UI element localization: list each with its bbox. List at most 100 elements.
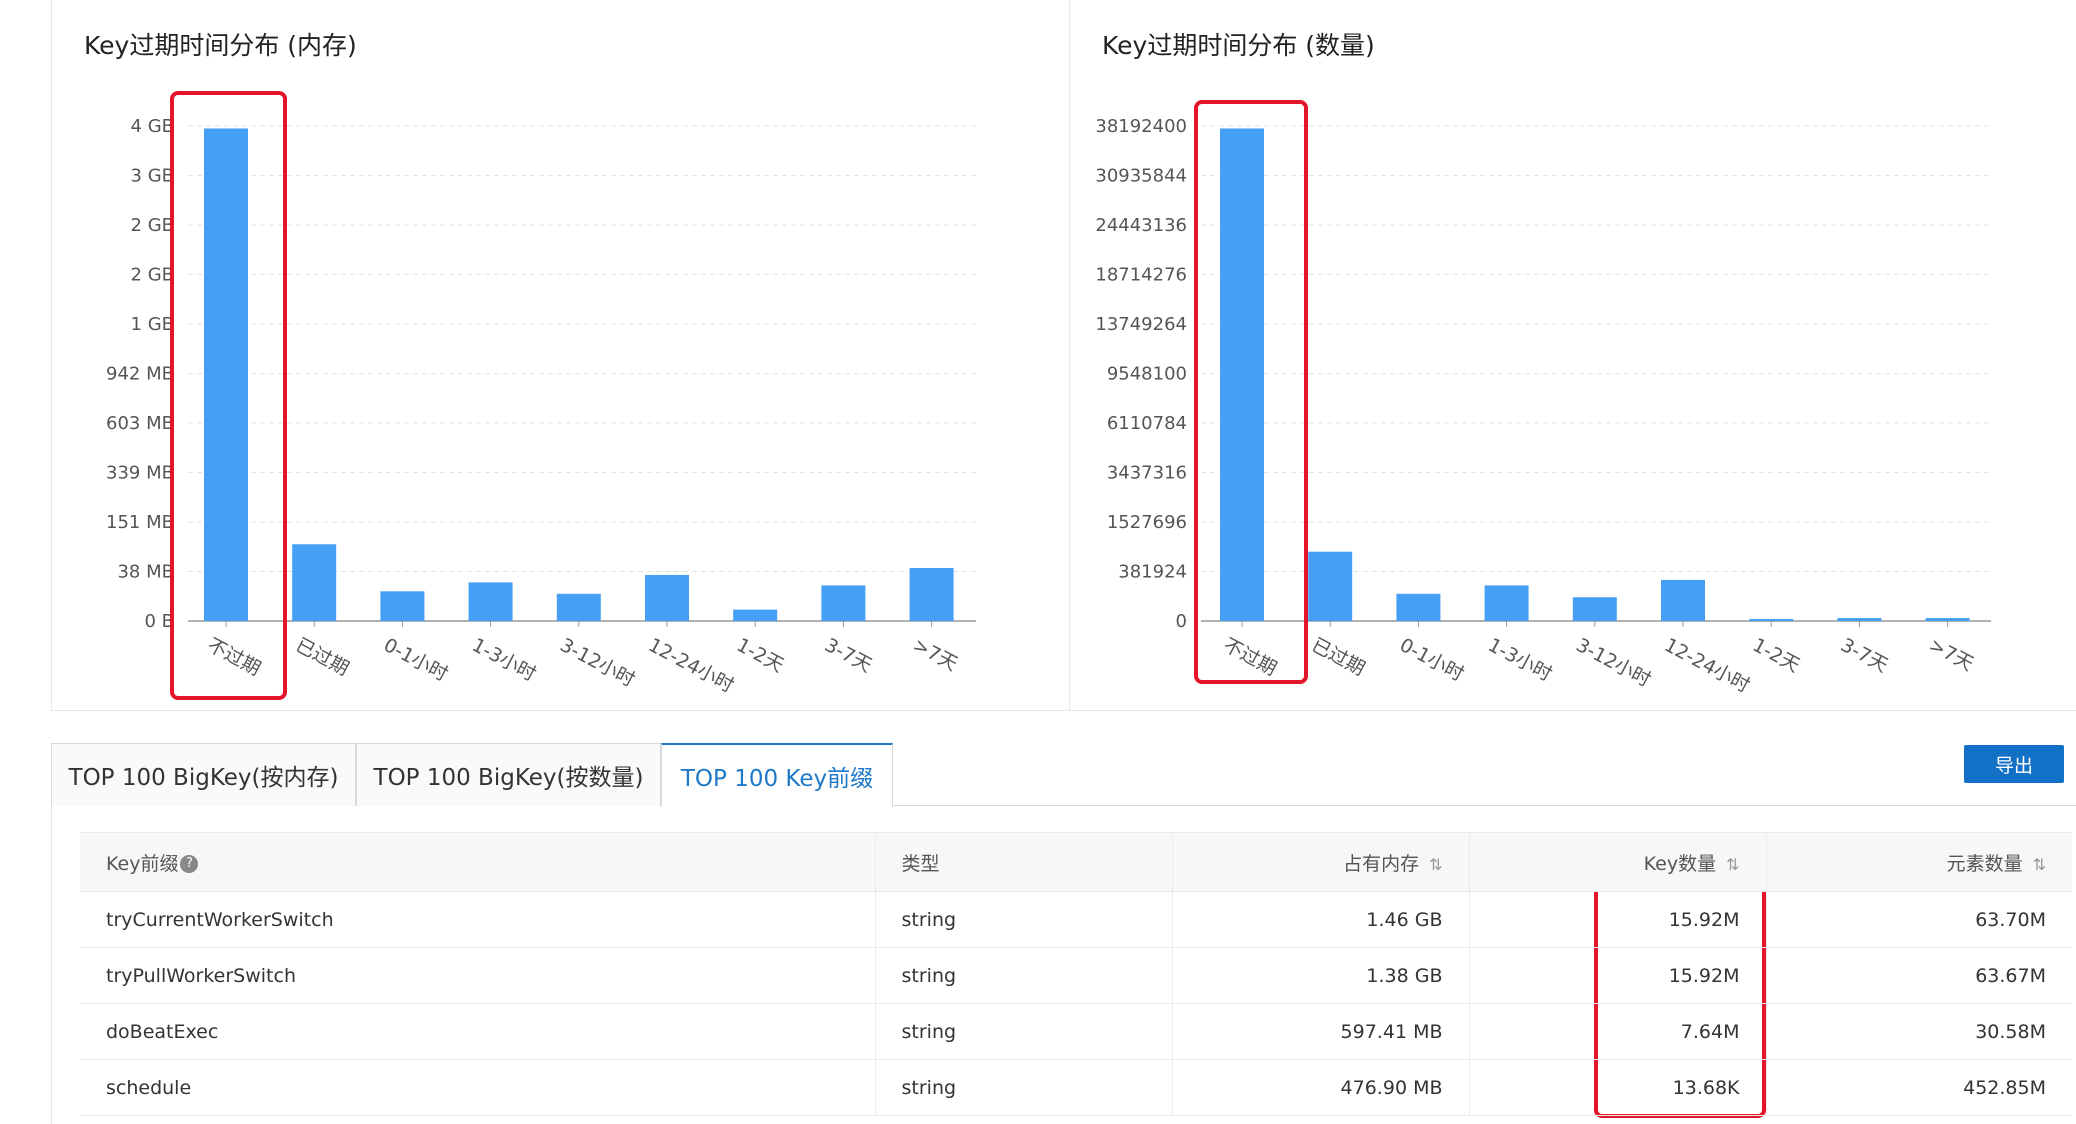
y-tick-label: 18714276 bbox=[1095, 265, 1187, 286]
cell-count: 15.92M bbox=[1469, 947, 1767, 1004]
x-tick-label: 3-12小时 bbox=[1572, 634, 1654, 692]
header-count[interactable]: Key数量 ⇅ bbox=[1469, 832, 1767, 892]
highlight-no-expiry-memory bbox=[170, 91, 287, 700]
key-prefix-table-panel: Key前缀? 类型 占有内存 ⇅ Key数量 ⇅ 元素数量 ⇅ tryCurrentW… bbox=[51, 806, 2076, 1124]
table-row: tryPullWorkerSwitch string 1.38 GB 15.92… bbox=[80, 947, 2072, 1004]
header-count-label: Key数量 bbox=[1643, 852, 1717, 875]
x-tick-label: 0-1小时 bbox=[380, 634, 451, 686]
bar[interactable] bbox=[1925, 618, 1970, 621]
tab-bigkey-by-count[interactable]: TOP 100 BigKey(按数量) bbox=[356, 743, 661, 806]
table-row: doBeatExec string 597.41 MB 7.64M 30.58M bbox=[80, 1003, 2072, 1060]
bar[interactable] bbox=[1396, 593, 1441, 621]
cell-memory: 597.41 MB bbox=[1172, 1003, 1470, 1060]
header-memory-label: 占有内存 bbox=[1343, 852, 1420, 875]
sort-icon[interactable]: ⇅ bbox=[1726, 855, 1739, 874]
cell-elements: 63.70M bbox=[1766, 891, 2072, 948]
x-tick-label: 12-24小时 bbox=[1661, 634, 1754, 697]
y-tick-label: 942 MB bbox=[106, 364, 174, 385]
x-tick-label: 12-24小时 bbox=[645, 634, 738, 697]
cell-elements: 63.67M bbox=[1766, 947, 2072, 1004]
y-tick-label: 38 MB bbox=[117, 562, 174, 583]
y-tick-label: 24443136 bbox=[1095, 215, 1187, 236]
bar[interactable] bbox=[733, 609, 778, 621]
bar[interactable] bbox=[821, 585, 866, 621]
header-elements-label: 元素数量 bbox=[1946, 852, 2023, 875]
bar[interactable] bbox=[1308, 551, 1353, 621]
header-prefix: Key前缀? bbox=[80, 832, 876, 892]
header-type-label: 类型 bbox=[901, 852, 940, 875]
x-tick-label: 已过期 bbox=[292, 634, 353, 680]
cell-prefix: tryCurrentWorkerSwitch bbox=[80, 891, 876, 948]
cell-elements: 452.85M bbox=[1766, 1059, 2072, 1116]
cell-memory: 476.90 MB bbox=[1172, 1059, 1470, 1116]
bar[interactable] bbox=[645, 574, 689, 621]
y-tick-label: 38192400 bbox=[1095, 116, 1187, 137]
y-tick-label: 13749264 bbox=[1095, 314, 1187, 335]
x-tick-label: 3-7天 bbox=[821, 634, 876, 677]
x-tick-label: >7天 bbox=[909, 634, 961, 675]
header-prefix-label: Key前缀 bbox=[106, 852, 179, 875]
export-button[interactable]: 导出 bbox=[1964, 745, 2064, 783]
cell-count: 7.64M bbox=[1469, 1003, 1767, 1060]
y-tick-label: 1527696 bbox=[1107, 512, 1187, 533]
bar[interactable] bbox=[1484, 585, 1529, 621]
y-tick-label: 2 GB bbox=[131, 215, 174, 236]
bar[interactable] bbox=[556, 593, 601, 621]
bar[interactable] bbox=[292, 544, 337, 621]
y-tick-label: 603 MB bbox=[106, 413, 174, 434]
y-tick-label: 381924 bbox=[1118, 562, 1187, 583]
y-tick-label: 9548100 bbox=[1107, 364, 1187, 385]
help-icon[interactable]: ? bbox=[180, 855, 199, 873]
y-tick-label: 2 GB bbox=[131, 265, 174, 286]
cell-count: 15.92M bbox=[1469, 891, 1767, 948]
bar[interactable] bbox=[1661, 579, 1705, 621]
y-tick-label: 0 bbox=[1176, 611, 1187, 632]
x-tick-label: 1-2天 bbox=[1749, 634, 1804, 677]
y-tick-label: 151 MB bbox=[106, 512, 174, 533]
y-tick-label: 4 GB bbox=[131, 116, 174, 137]
y-tick-label: 3437316 bbox=[1107, 463, 1187, 484]
cell-memory: 1.38 GB bbox=[1172, 947, 1470, 1004]
sort-icon[interactable]: ⇅ bbox=[2033, 855, 2046, 874]
table-row: tryCurrentWorkerSwitch string 1.46 GB 15… bbox=[80, 891, 2072, 948]
bar[interactable] bbox=[468, 582, 513, 621]
y-tick-label: 339 MB bbox=[106, 463, 174, 484]
cell-type: string bbox=[875, 947, 1173, 1004]
bar[interactable] bbox=[909, 568, 954, 621]
cell-elements: 30.58M bbox=[1766, 1003, 2072, 1060]
tab-bigkey-by-memory[interactable]: TOP 100 BigKey(按内存) bbox=[51, 743, 356, 806]
y-tick-label: 3 GB bbox=[131, 166, 174, 187]
header-type: 类型 bbox=[875, 832, 1173, 892]
cell-type: string bbox=[875, 1059, 1173, 1116]
x-tick-label: 3-12小时 bbox=[556, 634, 638, 692]
key-prefix-table: Key前缀? 类型 占有内存 ⇅ Key数量 ⇅ 元素数量 ⇅ tryCurrentW… bbox=[80, 832, 2072, 1116]
cell-count: 13.68K bbox=[1469, 1059, 1767, 1116]
bar[interactable] bbox=[380, 591, 425, 621]
bar[interactable] bbox=[1749, 619, 1794, 621]
x-tick-label: 1-3小时 bbox=[1484, 634, 1555, 686]
cell-prefix: tryPullWorkerSwitch bbox=[80, 947, 876, 1004]
table-header-row: Key前缀? 类型 占有内存 ⇅ Key数量 ⇅ 元素数量 ⇅ bbox=[80, 832, 2072, 892]
bar[interactable] bbox=[1837, 618, 1882, 621]
cell-memory: 1.46 GB bbox=[1172, 891, 1470, 948]
y-tick-label: 30935844 bbox=[1095, 166, 1187, 187]
cell-prefix: schedule bbox=[80, 1059, 876, 1116]
tab-bar: TOP 100 BigKey(按内存) TOP 100 BigKey(按数量) … bbox=[51, 743, 2076, 807]
highlight-no-expiry-count bbox=[1194, 100, 1308, 684]
bar[interactable] bbox=[1572, 597, 1617, 621]
x-tick-label: 1-3小时 bbox=[468, 634, 539, 686]
cell-prefix: doBeatExec bbox=[80, 1003, 876, 1060]
y-tick-label: 6110784 bbox=[1107, 413, 1187, 434]
table-row: schedule string 476.90 MB 13.68K 452.85M bbox=[80, 1059, 2072, 1116]
cell-type: string bbox=[875, 1003, 1173, 1060]
header-memory[interactable]: 占有内存 ⇅ bbox=[1172, 832, 1470, 892]
x-tick-label: >7天 bbox=[1925, 634, 1977, 675]
y-tick-label: 1 GB bbox=[131, 314, 174, 335]
sort-icon[interactable]: ⇅ bbox=[1429, 855, 1442, 874]
x-tick-label: 已过期 bbox=[1308, 634, 1369, 680]
x-tick-label: 1-2天 bbox=[733, 634, 788, 677]
cell-type: string bbox=[875, 891, 1173, 948]
tab-key-prefix[interactable]: TOP 100 Key前缀 bbox=[661, 743, 893, 807]
x-tick-label: 3-7天 bbox=[1837, 634, 1892, 677]
header-elements[interactable]: 元素数量 ⇅ bbox=[1766, 832, 2072, 892]
